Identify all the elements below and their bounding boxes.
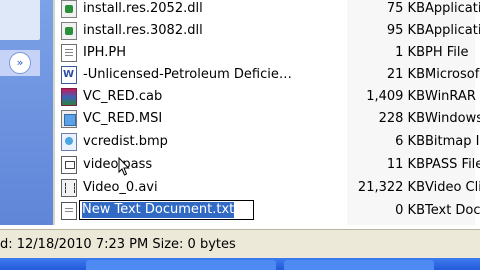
file-size: 1,409 KB <box>366 89 425 104</box>
file-name: VC_RED.cab <box>83 89 163 104</box>
file-type: Text Doc <box>425 203 480 218</box>
file-name: VC_RED.MSI <box>83 111 163 126</box>
file-name: install.res.2052.dll <box>83 1 203 16</box>
status-text: d: 12/18/2010 7:23 PM Size: 0 bytes <box>0 237 236 252</box>
file-type: Applicatio <box>425 1 480 16</box>
file-type: Windows <box>425 111 480 126</box>
file-type: Applicatio <box>425 23 480 38</box>
file-type: PASS File <box>425 157 480 172</box>
file-row[interactable]: IPH.PH 1 KB PH File <box>55 42 480 64</box>
file-name: Video_0.avi <box>83 180 158 195</box>
file-type: PH File <box>425 45 469 60</box>
file-size: 95 KB <box>386 23 425 38</box>
file-type: Microsof <box>425 67 480 82</box>
dll-file-icon <box>61 22 77 40</box>
file-size: 228 KB <box>378 111 425 126</box>
file-row[interactable]: VC_RED.MSI 228 KB Windows <box>55 108 480 130</box>
file-size: 75 KB <box>386 1 425 16</box>
status-bar: d: 12/18/2010 7:23 PM Size: 0 bytes <box>0 229 480 259</box>
file-row-renaming[interactable]: New Text Document.txt 0 KB Text Doc <box>55 200 480 222</box>
task-pane: » <box>0 0 53 225</box>
rename-input-selected-text[interactable]: New Text Document.txt <box>82 202 235 218</box>
msi-installer-icon <box>61 110 77 128</box>
rename-input[interactable]: New Text Document.txt <box>79 200 254 220</box>
winrar-archive-icon <box>61 88 77 106</box>
file-size: 1 KB <box>395 45 425 60</box>
pass-file-icon <box>61 156 77 174</box>
task-pane-panel <box>0 0 40 40</box>
file-row[interactable]: -Unlicensed-Petroleum Deficie… 21 KB Mic… <box>55 64 480 86</box>
file-type: Video Clip <box>425 180 480 195</box>
file-size: 0 KB <box>395 203 425 218</box>
file-size: 21 KB <box>386 67 425 82</box>
file-name: IPH.PH <box>83 45 126 60</box>
taskbar <box>0 258 480 270</box>
chevron-expand-icon[interactable]: » <box>9 52 31 74</box>
file-row[interactable]: VC_RED.cab 1,409 KB WinRAR <box>55 86 480 108</box>
file-row[interactable]: install.res.3082.dll 95 KB Applicatio <box>55 20 480 42</box>
video-clip-icon <box>61 179 77 197</box>
dll-file-icon <box>61 0 77 18</box>
file-size: 11 KB <box>386 157 425 172</box>
taskbar-window-button[interactable] <box>284 260 434 270</box>
file-size: 21,322 KB <box>357 180 425 195</box>
file-list: install.res.2052.dll 75 KB Applicatio in… <box>55 0 480 225</box>
generic-file-icon <box>61 44 77 62</box>
word-document-icon <box>61 66 77 84</box>
file-type: WinRAR <box>425 89 476 104</box>
file-type: Bitmap I <box>425 134 480 149</box>
bitmap-image-icon <box>61 133 77 151</box>
taskbar-window-button[interactable] <box>86 260 276 270</box>
file-row[interactable]: install.res.2052.dll 75 KB Applicatio <box>55 0 480 20</box>
file-size: 6 KB <box>395 134 425 149</box>
mouse-pointer-icon <box>118 157 130 176</box>
file-name: install.res.3082.dll <box>83 23 203 38</box>
text-document-icon <box>61 202 77 220</box>
file-name: vcredist.bmp <box>83 134 168 149</box>
file-row[interactable]: Video_0.avi 21,322 KB Video Clip <box>55 177 480 199</box>
file-name: -Unlicensed-Petroleum Deficie… <box>83 67 292 82</box>
file-row[interactable]: vcredist.bmp 6 KB Bitmap I <box>55 131 480 153</box>
